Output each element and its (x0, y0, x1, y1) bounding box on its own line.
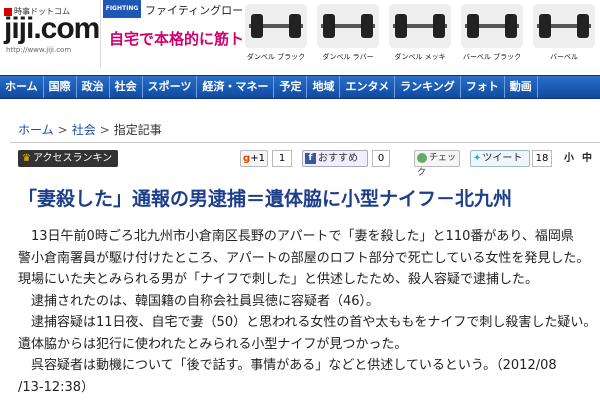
ad-brand: ファイティングロード (145, 4, 255, 17)
logo-wordmark: jiji.com (4, 12, 100, 45)
logo-url: http://www.jiji.com (6, 46, 72, 54)
article-line: 逮捕容疑は11日夜、自宅で妻（50）と思われる女性の首や太ももをナイフで刺し殺害… (18, 315, 597, 330)
ad-product[interactable]: ダンベル メッキ (385, 2, 455, 66)
facebook-count: 0 (372, 150, 390, 167)
google-plus-button[interactable]: g+1 (240, 150, 268, 167)
article-headline: 「妻殺した」通報の男逮捕＝遺体脇に小型ナイフ－北九州 (18, 188, 513, 210)
article-body: 13日午前0時ごろ北九州市小倉南区長野のアパートで「妻を殺した」と110番があり… (18, 226, 600, 398)
access-ranking-button[interactable]: ♛ アクセスランキング (18, 150, 118, 181)
breadcrumb-section[interactable]: 社会 (72, 123, 96, 137)
nav-item-entertainment[interactable]: エンタメ (340, 76, 396, 98)
ad-product-label: ダンベル ラバー (322, 53, 374, 61)
nav-item-video[interactable]: 動画 (505, 76, 538, 98)
article-line: 13日午前0時ごろ北九州市小倉南区長野のアパートで「妻を殺した」と110番があり… (18, 229, 574, 244)
article-line: 逮捕されたのは、韓国籍の自称会社員呉徳に容疑者（46）。 (18, 293, 380, 309)
article-line: /13-12:38） (18, 379, 95, 395)
nav-item-international[interactable]: 国際 (44, 76, 77, 98)
ad-product[interactable]: ダンベル ブラック (241, 2, 311, 66)
breadcrumb-home[interactable]: ホーム (18, 123, 54, 137)
tweet-button[interactable]: ✦ツイート (470, 150, 530, 167)
facebook-icon: f (305, 152, 316, 164)
check-icon (417, 152, 427, 163)
ad-product[interactable]: バーベル ブラック (457, 2, 527, 66)
dumbbell-icon (389, 4, 451, 48)
nav-item-society[interactable]: 社会 (110, 76, 143, 98)
share-toolbar: ♛ アクセスランキング g+1 1 f おすすめ 0 チェック ✦ツイート 18 小… (18, 150, 600, 181)
site-header: 時事ドットコム jiji.com http://www.jiji.com FIG… (0, 0, 600, 72)
nav-item-politics[interactable]: 政治 (77, 76, 110, 98)
site-logo[interactable]: 時事ドットコム jiji.com http://www.jiji.com (0, 0, 100, 60)
ad-product-label: バーベル (550, 53, 578, 61)
dumbbell-icon (317, 4, 379, 48)
article-line: 警小倉南署員が駆け付けたところ、アパートの部屋のロフト部分で死亡している女性を発… (18, 250, 590, 266)
mixi-check-button[interactable]: チェック (414, 150, 460, 178)
breadcrumb-separator: > (99, 123, 110, 137)
breadcrumb-separator: > (57, 123, 68, 137)
article-line: 遺体脇からは犯行に使われたとみられる小型ナイフが見つかった。 (18, 336, 408, 352)
facebook-recommend-button[interactable]: f おすすめ (302, 150, 368, 167)
nav-item-region[interactable]: 地域 (307, 76, 341, 98)
nav-item-home[interactable]: ホーム (0, 76, 44, 98)
google-plus-count: 1 (272, 150, 292, 167)
article-line: 現場にいた夫とみられる男が「ナイフで刺した」と供述したため、殺人容疑で逮捕した。 (18, 272, 539, 287)
nav-item-schedule[interactable]: 予定 (274, 76, 308, 98)
ad-product[interactable]: ダンベル ラバー (313, 2, 383, 66)
breadcrumb-current: 指定記事 (113, 123, 162, 137)
tweet-count: 18 (532, 150, 552, 167)
nav-item-sports[interactable]: スポーツ (143, 76, 198, 98)
ad-product-label: バーベル ブラック (462, 53, 522, 61)
barbell-icon (533, 4, 595, 48)
banner-ad[interactable]: FIGHTING ROAD ファイティングロード 自宅で本格的に筋トレ! ダンベ… (100, 0, 600, 68)
nav-item-economy[interactable]: 経済・マネー (197, 76, 275, 98)
crown-icon: ♛ (22, 153, 31, 164)
ad-sponsor-logo: FIGHTING ROAD (103, 0, 141, 30)
ad-products: ダンベル ブラック ダンベル ラバー ダンベル メッキ バーベル ブラック バー… (241, 0, 600, 68)
nav-item-ranking[interactable]: ランキング (395, 76, 461, 98)
divider (10, 142, 600, 143)
font-size-medium-button[interactable]: 中 (582, 150, 592, 167)
article-line: 呉容疑者は動機について「後で話す。事情がある」などと供述しているという。（201… (18, 358, 557, 373)
dumbbell-icon (245, 4, 307, 48)
font-size-small-button[interactable]: 小 (564, 150, 574, 167)
twitter-bird-icon: ✦ (473, 153, 482, 164)
nav-item-photo[interactable]: フォト (461, 76, 505, 98)
ad-product[interactable]: バーベル (529, 2, 599, 66)
ad-product-label: ダンベル ブラック (246, 53, 306, 61)
barbell-icon (461, 4, 523, 48)
ad-product-label: ダンベル メッキ (394, 53, 446, 61)
breadcrumb: ホーム > 社会 > 指定記事 (18, 121, 162, 138)
main-nav: ホーム 国際 政治 社会 スポーツ 経済・マネー 予定 地域 エンタメ ランキン… (0, 75, 600, 99)
